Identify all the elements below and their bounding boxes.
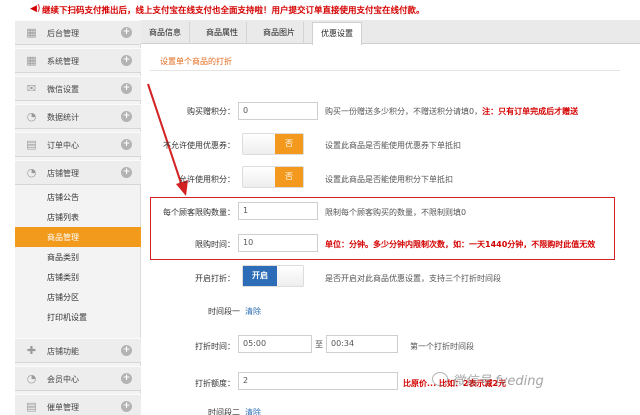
sidebar-item-label: 数据统计 [47, 113, 79, 122]
coupon-label: 不允许使用优惠券： [163, 141, 235, 150]
sidebar-subitem-label: 打印机设置 [47, 313, 87, 322]
discount-amount-input[interactable]: 2 [238, 372, 398, 390]
discount-time-label: 打折时间： [195, 342, 235, 351]
printer-icon: ▤ [26, 400, 37, 413]
sidebar-item-reminders[interactable]: ▤ 催单管理 + [15, 394, 141, 415]
discount-amount-label: 打折额度： [195, 379, 235, 388]
sidebar-item-shop[interactable]: ◔ 店铺管理 + [15, 160, 141, 185]
expand-icon[interactable]: + [121, 111, 132, 122]
wechat-logo-icon [432, 372, 448, 386]
discount-time-sep: 至 [315, 340, 323, 349]
sidebar-item-stats[interactable]: ◔ 数据统计 + [15, 104, 141, 129]
period2-label: 时间段二 [208, 408, 240, 415]
sidebar-item-label: 会员中心 [47, 375, 79, 384]
sidebar-subitem-label: 商品管理 [47, 233, 79, 242]
sidebar: ▦ 后台管理 + ▦ 系统管理 + ✉ 微信设置 + ◔ 数据统计 + ▤ 订单… [15, 20, 141, 415]
speaker-icon: ◀) [30, 4, 41, 14]
pie-icon: ◔ [26, 110, 37, 123]
limit-qty-hint: 限制每个顾客购买的数量，不限制则填0 [325, 208, 467, 217]
grid-icon: ▦ [26, 54, 37, 67]
sidebar-item-label: 催单管理 [47, 403, 79, 412]
sidebar-item-shop-functions[interactable]: ✚ 店铺功能 + [15, 338, 141, 363]
tab-bar: 商品信息 商品属性 商品图片 优惠设置 [141, 20, 640, 45]
period2-clear-link[interactable]: 清除 [245, 407, 261, 415]
tab-product-info[interactable]: 商品信息 [141, 22, 190, 44]
limit-time-label: 限购时间： [195, 240, 235, 249]
use-points-label: 允许使用积分： [179, 175, 235, 184]
tab-product-images[interactable]: 商品图片 [255, 22, 304, 44]
sidebar-subitem-shop-zone[interactable]: 店铺分区 [15, 287, 141, 307]
sidebar-subitem-label: 店铺分区 [47, 293, 79, 302]
points-hint-text: 购买一份赠送多少积分，不赠送积分请填0， [325, 107, 483, 116]
coupon-hint: 设置此商品是否能使用优惠券下单抵扣 [325, 141, 461, 150]
sidebar-subitem-shop-category[interactable]: 店铺类别 [15, 267, 141, 287]
expand-icon[interactable]: + [121, 345, 132, 356]
period1-clear-link[interactable]: 清除 [245, 306, 261, 317]
watermark: 微信号 fveding [452, 374, 544, 389]
divider [150, 70, 620, 71]
sidebar-item-label: 订单中心 [47, 141, 79, 150]
discount-time-hint: 第一个打折时间段 [410, 342, 474, 351]
points-label: 购买赠积分： [187, 107, 235, 116]
use-points-hint: 设置此商品是否能使用积分下单抵扣 [325, 175, 453, 184]
sidebar-item-wechat[interactable]: ✉ 微信设置 + [15, 76, 141, 101]
sidebar-subitem-shop-list[interactable]: 店铺列表 [15, 207, 141, 227]
toggle-on-label: 开启 [243, 266, 277, 286]
sidebar-item-label: 系统管理 [47, 57, 79, 66]
sidebar-subitem-label: 商品类别 [47, 253, 79, 262]
expand-icon[interactable]: + [121, 373, 132, 384]
discount-start-input[interactable]: 05:00 [238, 335, 312, 353]
sidebar-subitem-product-category[interactable]: 商品类别 [15, 247, 141, 267]
discount-toggle[interactable]: 开启 [242, 265, 304, 287]
sidebar-item-orders[interactable]: ▤ 订单中心 + [15, 132, 141, 157]
sidebar-item-system[interactable]: ▦ 系统管理 + [15, 48, 141, 73]
toggle-off-label: 否 [275, 134, 303, 154]
section-title: 设置单个商品的打折 [160, 57, 232, 66]
tab-product-attributes[interactable]: 商品属性 [198, 22, 247, 44]
expand-icon[interactable]: + [121, 83, 132, 94]
sidebar-item-label: 店铺管理 [47, 169, 79, 178]
sidebar-item-members[interactable]: ◔ 会员中心 + [15, 366, 141, 391]
limit-time-hint: 单位：分钟。多少分钟内限制次数，如：一天1440分钟，不限购时此值无效 [325, 240, 596, 249]
expand-icon[interactable]: + [121, 139, 132, 150]
tab-discount-settings[interactable]: 优惠设置 [312, 22, 362, 45]
limit-qty-label: 每个顾客限购数量： [163, 208, 235, 217]
period1-label: 时间段一 [208, 307, 240, 316]
sidebar-item-backend[interactable]: ▦ 后台管理 + [15, 20, 141, 45]
discount-hint: 是否开启对此商品优惠设置，支持三个打折时间段 [325, 274, 501, 283]
use-points-toggle[interactable]: 否 [242, 166, 304, 188]
limit-qty-input[interactable]: 1 [238, 202, 318, 220]
discount-label: 开启打折： [195, 274, 235, 283]
expand-icon[interactable]: + [121, 167, 132, 178]
discount-end-input[interactable]: 00:34 [326, 335, 398, 353]
sidebar-item-label: 后台管理 [47, 29, 79, 38]
grid-icon: ▦ [26, 26, 37, 39]
expand-icon[interactable]: + [121, 55, 132, 66]
points-input[interactable]: 0 [238, 102, 318, 120]
limit-time-input[interactable]: 10 [238, 234, 318, 252]
sidebar-subitem-printer[interactable]: 打印机设置 [15, 307, 141, 327]
coupon-toggle[interactable]: 否 [242, 133, 304, 155]
notice-bar: ◀) 继续下扫码支付推出后，线上支付宝在线支付也全面支持啦！用户提交订单直接使用… [0, 0, 640, 20]
pie-icon: ◔ [26, 372, 37, 385]
points-hint: 购买一份赠送多少积分，不赠送积分请填0，注：只有订单完成后才赠送 [325, 106, 578, 117]
sidebar-subitem-notice[interactable]: 店铺公告 [15, 187, 141, 207]
sidebar-subitem-product-mgmt[interactable]: 商品管理 [15, 227, 141, 247]
sidebar-item-label: 微信设置 [47, 85, 79, 94]
mail-icon: ✉ [26, 82, 37, 95]
expand-icon[interactable]: + [121, 401, 132, 412]
expand-icon[interactable]: + [121, 27, 132, 38]
sidebar-subitem-label: 店铺类别 [47, 273, 79, 282]
plus-icon: ✚ [26, 344, 37, 357]
sidebar-item-label: 店铺功能 [47, 347, 79, 356]
pie-icon: ◔ [26, 166, 37, 179]
printer-icon: ▤ [26, 138, 37, 151]
points-hint-red: 注：只有订单完成后才赠送 [482, 107, 579, 116]
sidebar-subitem-label: 店铺公告 [47, 193, 79, 202]
toggle-off-label: 否 [275, 167, 303, 187]
notice-text: 继续下扫码支付推出后，线上支付宝在线支付也全面支持啦！用户提交订单直接使用支付宝… [42, 6, 425, 16]
sidebar-subitem-label: 店铺列表 [47, 213, 79, 222]
